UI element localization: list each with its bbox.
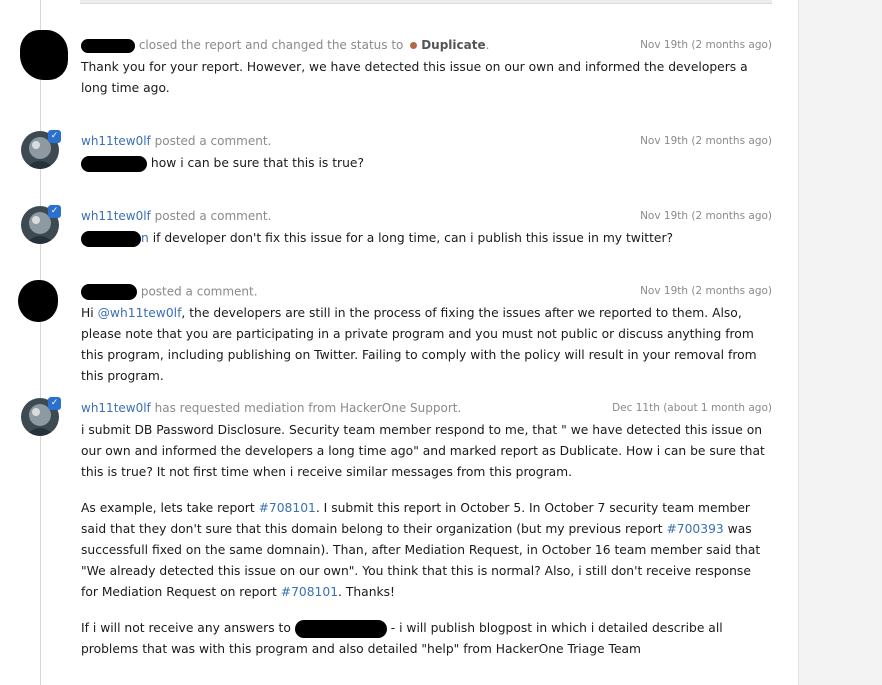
activity-timestamp[interactable]: Nov 19th (2 months ago)	[640, 285, 772, 297]
right-sidebar-panel	[798, 0, 882, 685]
redacted-text	[81, 230, 141, 247]
action-text: closed the report and changed the status…	[138, 38, 404, 52]
mention-link[interactable]: @wh11tew0lf	[98, 306, 182, 320]
mention-link-tail[interactable]: n	[141, 231, 149, 245]
activity-header: wh11tew0lf posted a comment.	[81, 209, 271, 223]
redacted-username	[81, 38, 135, 53]
status-label: Duplicate	[421, 38, 486, 52]
username-link[interactable]: wh11tew0lf	[81, 134, 151, 148]
text-segment: As example, lets take report	[81, 501, 255, 515]
activity-item-mediation: ✓ wh11tew0lf has requested mediation fro…	[0, 395, 790, 685]
redacted-text	[294, 619, 387, 638]
activity-header: posted a comment.	[81, 284, 258, 300]
comment-text: Thank you for your report. However, we h…	[81, 60, 748, 95]
action-text: posted a comment.	[154, 209, 272, 223]
previous-item-edge	[80, 0, 772, 4]
activity-header: closed the report and changed the status…	[81, 38, 489, 53]
comment-text: how i can be sure that this is true?	[150, 156, 364, 170]
comment-body: Hi @wh11tew0lf, the developers are still…	[81, 303, 771, 387]
comment-text: if developer don't fix this issue for a …	[152, 231, 674, 245]
text-segment: . Thanks!	[338, 585, 395, 599]
activity-timestamp[interactable]: Nov 19th (2 months ago)	[640, 39, 772, 51]
username-link[interactable]: wh11tew0lf	[81, 401, 151, 415]
text-segment: If i will not receive any answers to	[81, 621, 291, 635]
activity-timestamp[interactable]: Nov 19th (2 months ago)	[640, 135, 772, 147]
activity-item-close: closed the report and changed the status…	[0, 28, 790, 108]
comment-text: , the developers are still in the proces…	[81, 306, 757, 383]
action-text: posted a comment.	[140, 284, 258, 299]
activity-item-comment: posted a comment. Nov 19th (2 months ago…	[0, 278, 790, 383]
redacted-text	[81, 155, 147, 172]
comment-body: Thank you for your report. However, we h…	[81, 57, 771, 99]
greeting-text: Hi	[81, 306, 94, 320]
mediation-body: i submit DB Password Disclosure. Securit…	[81, 420, 771, 660]
username-link[interactable]: wh11tew0lf	[81, 209, 151, 223]
activity-header: wh11tew0lf has requested mediation from …	[81, 401, 461, 415]
action-text: has requested mediation from HackerOne S…	[154, 401, 462, 415]
action-text: posted a comment.	[154, 134, 272, 148]
activity-header: wh11tew0lf posted a comment.	[81, 134, 271, 148]
paragraph-1: i submit DB Password Disclosure. Securit…	[81, 423, 765, 479]
activity-item-comment: ✓ wh11tew0lf posted a comment. Nov 19th …	[0, 203, 790, 263]
report-link[interactable]: #700393	[666, 522, 723, 536]
verified-badge-icon: ✓	[48, 397, 61, 410]
verified-badge-icon: ✓	[48, 130, 61, 143]
activity-timestamp[interactable]: Dec 11th (about 1 month ago)	[612, 402, 772, 414]
comment-body: n if developer don't fix this issue for …	[81, 228, 771, 249]
verified-badge-icon: ✓	[48, 205, 61, 218]
activity-timestamp[interactable]: Nov 19th (2 months ago)	[640, 210, 772, 222]
paragraph-2: As example, lets take report #708101. I …	[81, 498, 771, 603]
activity-item-comment: ✓ wh11tew0lf posted a comment. Nov 19th …	[0, 128, 790, 188]
redacted-username	[81, 284, 137, 300]
redacted-avatar	[18, 280, 58, 322]
report-link[interactable]: #708101	[259, 501, 316, 515]
duplicate-status-dot-icon	[410, 42, 418, 49]
paragraph-3: If i will not receive any answers to - i…	[81, 618, 771, 660]
comment-body: how i can be sure that this is true?	[81, 153, 771, 174]
status-suffix: .	[485, 38, 490, 52]
redacted-avatar	[20, 30, 68, 80]
report-link[interactable]: #708101	[281, 585, 338, 599]
